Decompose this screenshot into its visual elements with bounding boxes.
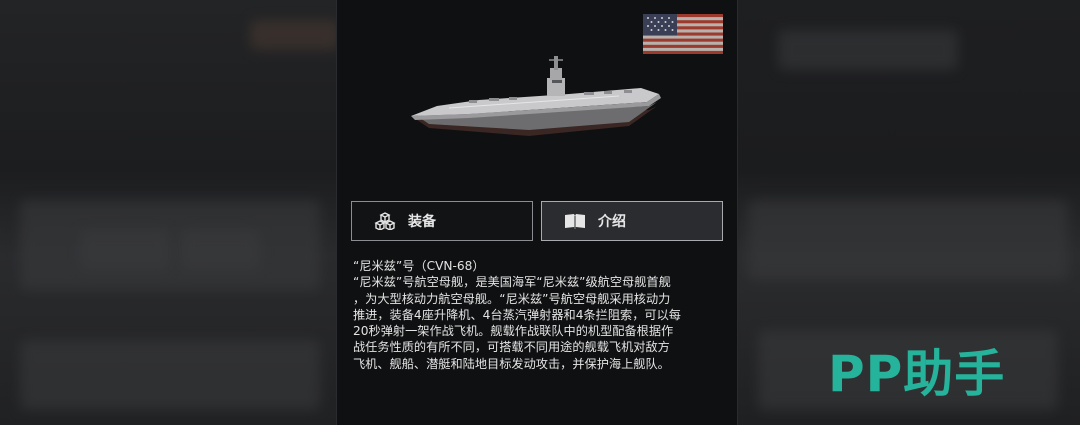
- intro-tab-button[interactable]: 介绍: [541, 201, 723, 241]
- intro-tab-label: 介绍: [598, 214, 626, 230]
- unit-info-panel: 装备 介绍 “尼米兹”号（CVN-68） “尼米兹”号航空母舰，是美国海军“尼米…: [336, 0, 738, 425]
- unit-description: “尼米兹”号（CVN-68） “尼米兹”号航空母舰，是美国海军“尼米兹”级航空母…: [353, 258, 725, 372]
- equipment-tab-button[interactable]: 装备: [351, 201, 533, 241]
- cubes-icon: [374, 212, 396, 230]
- unit-title: “尼米兹”号（CVN-68）: [353, 259, 485, 273]
- aircraft-carrier-image: [411, 56, 661, 136]
- unit-description-body: “尼米兹”号航空母舰，是美国海军“尼米兹”级航空母舰首舰 ，为大型核动力航空母舰…: [353, 275, 681, 371]
- equipment-tab-label: 装备: [408, 214, 436, 230]
- usa-flag-icon: [643, 14, 723, 54]
- pp-assistant-watermark: PP助手: [828, 345, 1006, 403]
- book-icon: [565, 214, 585, 229]
- background-left: [0, 0, 336, 425]
